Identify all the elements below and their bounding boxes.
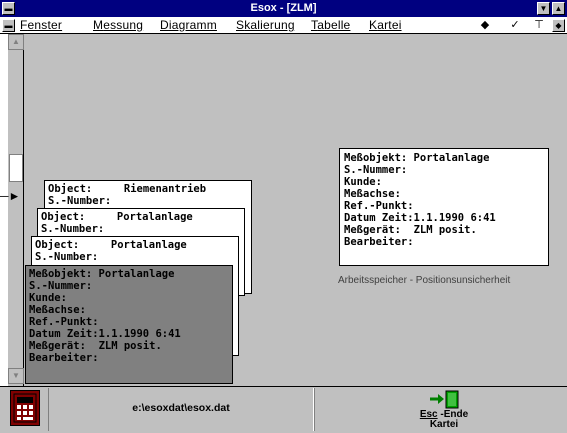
card-row: S.-Nummer: <box>29 280 93 292</box>
card-row: S.-Number: <box>35 251 99 263</box>
document-menu-button[interactable]: ▬ <box>2 19 15 32</box>
scrollbar-thumb[interactable] <box>9 154 23 182</box>
menu-diagramm[interactable]: Diagramm <box>160 18 217 32</box>
card-row: S.-Number: <box>41 223 105 235</box>
title-bar: ▬ Esox - [ZLM] ▼ ▲ <box>0 0 567 17</box>
detail-row: Ref.-Punkt: <box>344 200 414 212</box>
card-4-selected[interactable]: Meßobjekt: Portalanlage S.-Nummer: Kunde… <box>25 265 233 384</box>
detail-row: Bearbeiter: <box>344 236 414 248</box>
file-path: e:\esoxdat\esox.dat <box>132 402 230 414</box>
vertical-scrollbar[interactable] <box>8 34 24 386</box>
menu-fenster[interactable]: Fenster <box>20 18 62 32</box>
detail-row: S.-Nummer: <box>344 164 408 176</box>
restore-button[interactable]: ◆ <box>552 19 565 32</box>
pointer-arrow-icon: ─► <box>0 189 21 203</box>
maximize-button[interactable]: ▲ <box>552 2 565 15</box>
card-row: Bearbeiter: <box>29 352 99 364</box>
exit-door-icon[interactable] <box>424 389 464 409</box>
minimize-button[interactable]: ▼ <box>537 2 550 15</box>
app-icon[interactable] <box>10 390 40 426</box>
checkmark-icon[interactable]: ✓ <box>508 18 522 32</box>
eraser-icon[interactable]: ◆ <box>478 18 492 32</box>
detail-row: Meßachse: <box>344 188 401 200</box>
menu-bar: ▬ Fenster Messung Diagramm Skalierung Ta… <box>0 17 567 34</box>
card-row: Kunde: <box>29 292 67 304</box>
card-row: Meßobjekt: Portalanlage <box>29 268 175 280</box>
info-text: Arbeitsspeicher - Positionsunsicherheit <box>338 275 511 286</box>
left-margin <box>0 34 8 386</box>
card-row: Datum Zeit:1.1.1990 6:41 <box>29 328 181 340</box>
right-edge <box>549 34 567 386</box>
menu-tabelle[interactable]: Tabelle <box>311 18 350 32</box>
scroll-up-arrow[interactable]: ▲ <box>8 34 24 50</box>
detail-row: Meßobjekt: Portalanlage <box>344 152 490 164</box>
esc-exit-button[interactable]: Esc -Ende Kartei <box>414 410 474 430</box>
card-row: Meßachse: <box>29 304 86 316</box>
card-row: S.-Number: <box>48 195 112 207</box>
menu-kartei[interactable]: Kartei <box>369 18 402 32</box>
card-row: Object: Portalanlage <box>41 211 193 223</box>
detail-row: Meßgerät: ZLM posit. <box>344 224 477 236</box>
detail-row: Kunde: <box>344 176 382 188</box>
card-row: Object: Riemenantrieb <box>48 183 207 195</box>
detail-row: Datum Zeit:1.1.1990 6:41 <box>344 212 496 224</box>
card-row: Object: Portalanlage <box>35 239 187 251</box>
card-row: Meßgerät: ZLM posit. <box>29 340 162 352</box>
pin-icon[interactable]: ⊤ <box>532 18 546 32</box>
detail-card: Meßobjekt: Portalanlage S.-Nummer: Kunde… <box>339 148 549 266</box>
scroll-down-arrow[interactable]: ▼ <box>8 368 24 384</box>
card-row: Ref.-Punkt: <box>29 316 99 328</box>
menu-messung[interactable]: Messung <box>93 18 143 32</box>
window-title: Esox - [ZLM] <box>250 2 317 14</box>
menu-skalierung[interactable]: Skalierung <box>236 18 295 32</box>
